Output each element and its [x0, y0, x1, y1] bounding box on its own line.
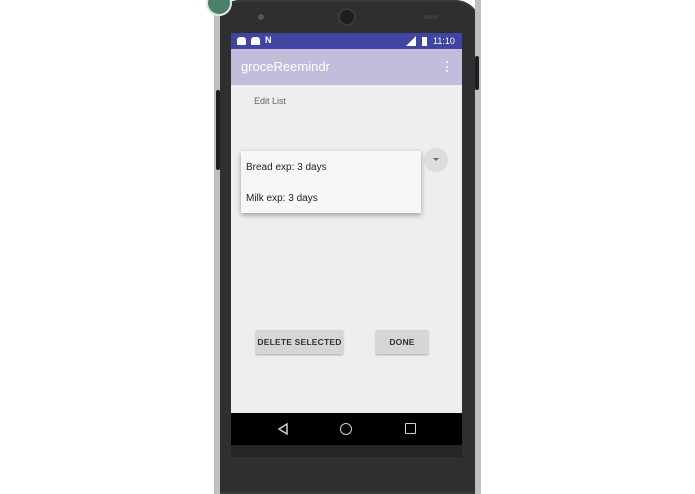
back-icon[interactable]	[277, 423, 289, 435]
dropdown-arrow-icon[interactable]	[424, 148, 448, 172]
done-button[interactable]: DONE	[376, 330, 428, 354]
spinner-dropdown: Bread exp: 3 days Milk exp: 3 days	[241, 151, 421, 213]
phone-edge-left	[214, 0, 220, 494]
navigation-bar	[231, 413, 462, 445]
status-bar: N 11:10	[231, 33, 462, 49]
phone-chin	[231, 445, 462, 457]
app-title: groceReemindr	[241, 59, 330, 74]
edit-list-label: Edit List	[254, 96, 287, 106]
dropdown-item-bread[interactable]: Bread exp: 3 days	[246, 162, 327, 173]
delete-selected-button[interactable]: DELETE SELECTED	[256, 330, 343, 354]
home-icon[interactable]	[340, 423, 352, 435]
more-vertical-icon[interactable]	[445, 61, 449, 74]
front-camera-icon	[340, 10, 354, 24]
volume-button[interactable]	[216, 90, 220, 170]
battery-icon	[422, 37, 427, 46]
recents-icon[interactable]	[405, 423, 416, 434]
proximity-sensor	[424, 15, 438, 19]
emulator-stage: N 11:10 groceReemindr Edit List Bread ex…	[0, 0, 695, 494]
device-screen: N 11:10 groceReemindr Edit List Bread ex…	[231, 33, 462, 445]
notification-icon	[251, 37, 260, 45]
power-button[interactable]	[475, 56, 479, 90]
app-bar: groceReemindr	[231, 49, 462, 85]
notification-icon	[237, 37, 246, 45]
status-time: 11:10	[433, 36, 455, 46]
signal-icon	[406, 36, 416, 46]
dropdown-item-milk[interactable]: Milk exp: 3 days	[246, 193, 318, 204]
earpiece-icon	[258, 14, 264, 20]
n-icon: N	[265, 35, 272, 45]
